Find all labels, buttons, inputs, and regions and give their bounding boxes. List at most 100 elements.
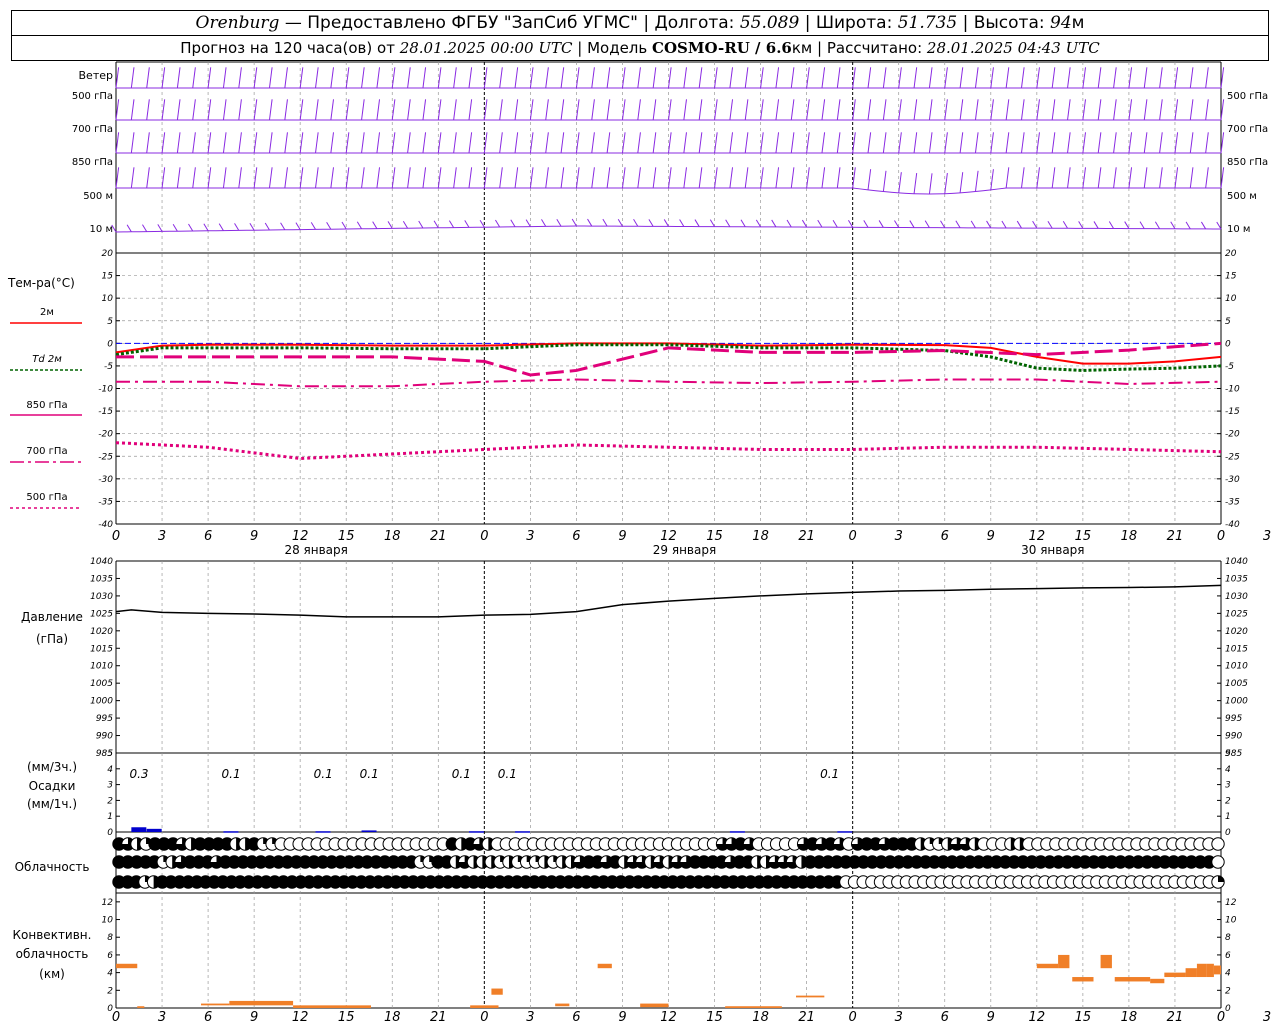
precip-bar-8 [837, 831, 853, 833]
wind-barb-4-140 [1185, 221, 1191, 230]
temp-tick-right--40: -40 [1225, 520, 1240, 530]
legend-500: 500 гПа [26, 492, 67, 503]
pres-tick-right-1040: 1040 [1225, 557, 1248, 567]
wind-barb-1-80 [729, 99, 734, 121]
time-tick-bottom-19: 9 [987, 1010, 995, 1024]
wind-barb-1-136 [1159, 99, 1163, 121]
temp-tick-right--5: -5 [1225, 362, 1234, 372]
wind-barb-1-142 [1205, 99, 1209, 121]
time-tick-bottom-10: 6 [572, 1010, 580, 1024]
wind-barb-1-132 [1128, 99, 1133, 121]
wind-barb-3-126 [1082, 167, 1087, 189]
wind-barb-1-44 [453, 99, 457, 121]
wind-barb-1-102 [898, 99, 902, 121]
wind-barb-3-46 [468, 167, 473, 189]
precip-annotation-1: 0.1 [222, 767, 241, 781]
wind-barb-0-138 [1174, 67, 1179, 89]
wind-barb-4-118 [1016, 220, 1022, 229]
wind-barb-0-14 [222, 67, 227, 89]
wind-barb-0-142 [1205, 67, 1209, 89]
wind-barb-1-20 [268, 99, 273, 121]
wind-barb-0-18 [253, 67, 258, 89]
wind-barb-4-74 [679, 219, 685, 227]
wind-barb-3-136 [1159, 167, 1163, 189]
wind-barb-3-82 [744, 167, 749, 189]
wind-barb-4-136 [1154, 221, 1161, 229]
wind-barb-3-88 [790, 167, 795, 189]
wind-barb-4-126 [1078, 221, 1084, 229]
conv-bar-1 [137, 1006, 145, 1008]
wind-barb-4-124 [1062, 221, 1068, 229]
wind-barb-1-116 [1005, 99, 1010, 121]
wind-barb-0-130 [1113, 67, 1117, 89]
wind-barb-0-66 [621, 67, 626, 89]
wind-barb-1-130 [1113, 99, 1117, 121]
precip-tick-right-2: 2 [1225, 796, 1231, 806]
time-tick-bottom-5: 15 [338, 1010, 355, 1024]
time-tick-13: 15 [706, 529, 723, 544]
wind-barb-3-110 [959, 172, 964, 193]
wind-barb-2-90 [806, 132, 810, 154]
pressure-unit: (гПа) [36, 632, 68, 646]
wind-barb-4-40 [418, 220, 424, 229]
wind-barb-4-4 [142, 224, 148, 232]
wind-barb-1-6 [161, 99, 166, 121]
wind-barb-4-98 [863, 220, 869, 228]
wind-barb-4-114 [986, 220, 992, 229]
wind-barb-1-46 [468, 99, 473, 121]
conv-title-2: облачность [16, 947, 89, 961]
wind-barb-4-90 [801, 219, 808, 228]
wind-barb-2-124 [1067, 132, 1071, 154]
temp-tick-right-5: 5 [1225, 317, 1231, 327]
conv-bar-19 [1164, 972, 1186, 978]
wind-barb-3-6 [161, 167, 166, 189]
wind-barb-2-134 [1143, 132, 1148, 154]
wind-barb-3-4 [146, 167, 150, 189]
wind-barb-1-94 [836, 99, 841, 121]
wind-barb-0-80 [729, 67, 734, 89]
wind-barb-4-86 [771, 219, 777, 228]
wind-barb-3-32 [361, 167, 365, 189]
wind-barb-0-128 [1097, 67, 1102, 89]
wind-barb-1-74 [683, 99, 687, 121]
wind-barb-1-110 [959, 99, 964, 121]
wind-barb-2-42 [437, 132, 442, 154]
wind-barb-4-22 [280, 222, 286, 231]
wind-barb-2-24 [299, 132, 304, 154]
wind-barb-4-52 [510, 219, 516, 228]
wind-barb-3-8 [176, 167, 181, 189]
wind-barb-2-60 [575, 132, 580, 154]
wind-barb-3-62 [591, 167, 595, 189]
wind-level-500m: 500 м [83, 191, 113, 202]
wind-barb-4-100 [878, 220, 884, 228]
wind-barb-3-90 [806, 167, 810, 189]
wind-barb-4-120 [1032, 220, 1038, 229]
wind-barb-4-26 [310, 222, 316, 230]
wind-barb-2-112 [974, 132, 979, 154]
temp-tick-left-0: 0 [107, 339, 113, 349]
wind-barb-0-68 [637, 67, 641, 89]
wind-barb-0-52 [514, 67, 519, 89]
wind-barb-3-50 [499, 167, 503, 189]
pres-tick-left-1010: 1010 [90, 662, 113, 672]
temp-tick-right--25: -25 [1225, 452, 1240, 462]
wind-barb-0-54 [529, 67, 534, 89]
wind-barb-0-122 [1051, 67, 1056, 89]
temp-tick-left-20: 20 [102, 249, 114, 259]
time-tick-19: 9 [987, 529, 995, 544]
conv-bar-8 [597, 963, 612, 969]
wind-barb-2-116 [1005, 132, 1010, 154]
conv-tick-right-6: 6 [1225, 951, 1231, 961]
wind-barb-1-76 [698, 99, 703, 121]
wind-barb-4-62 [587, 218, 593, 227]
wind-barb-3-124 [1067, 167, 1071, 189]
wind-barb-0-120 [1036, 67, 1040, 89]
wind-barb-3-130 [1113, 167, 1117, 189]
conv-tick-left-12: 12 [102, 898, 114, 908]
wind-barb-0-36 [391, 67, 396, 89]
wind-barb-2-100 [882, 132, 887, 154]
temp-tick-left--15: -15 [98, 407, 113, 417]
wind-barb-3-114 [990, 169, 994, 190]
wind-barb-1-126 [1082, 99, 1087, 121]
wind-barb-0-6 [161, 67, 166, 89]
